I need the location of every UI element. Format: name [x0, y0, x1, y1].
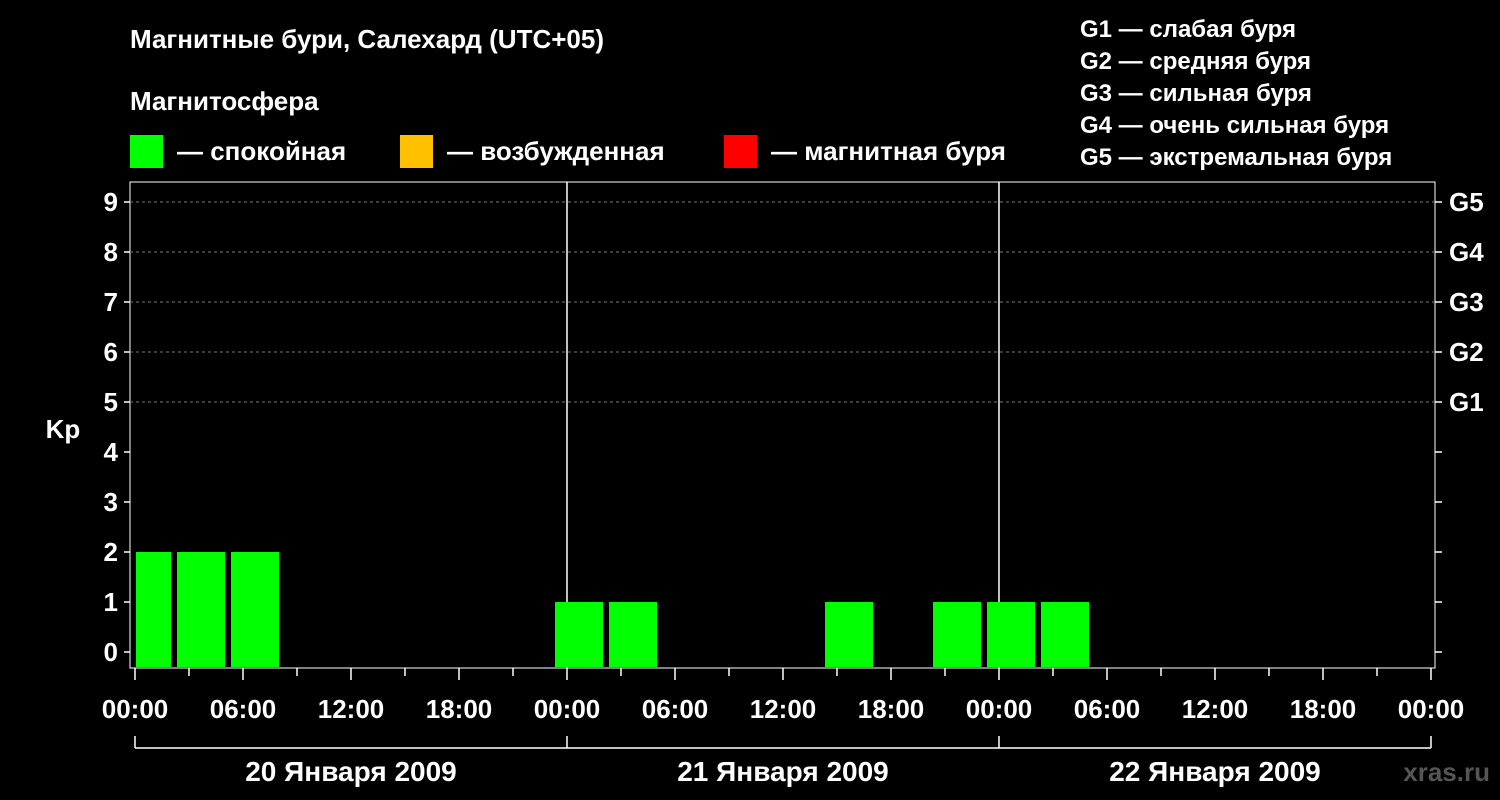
y-tick-label: 7	[104, 287, 118, 317]
x-tick-label: 00:00	[102, 694, 169, 724]
kp-bar	[825, 602, 873, 667]
storm-level-label: G4	[1449, 237, 1484, 267]
y-tick-label: 6	[104, 337, 118, 367]
x-tick-label: 18:00	[858, 694, 925, 724]
y-tick-label: 0	[104, 637, 118, 667]
x-tick-label: 06:00	[642, 694, 709, 724]
storm-level-label: G5	[1449, 187, 1484, 217]
kp-chart: 0 1 2 3 4 5 6 7 8 9 G1 G2 G3 G4 G5 Kp 00:00 06:00 12:00 18:…	[46, 181, 1484, 787]
day-label: 22 Января 2009	[1109, 756, 1321, 787]
storm-level-label: G3	[1449, 287, 1484, 317]
x-tick-label: 12:00	[318, 694, 385, 724]
kp-bar	[1041, 602, 1089, 667]
x-tick-label: 12:00	[750, 694, 817, 724]
day-label: 21 Января 2009	[677, 756, 889, 787]
y-tick-label: 2	[104, 537, 118, 567]
storm-level-label: G1	[1449, 387, 1484, 417]
kp-bar	[609, 602, 657, 667]
x-tick-label: 00:00	[1398, 694, 1465, 724]
y-tick-label: 5	[104, 387, 118, 417]
y-tick-label: 8	[104, 237, 118, 267]
kp-bar	[177, 552, 225, 667]
kp-bar	[231, 552, 279, 667]
x-tick-label: 00:00	[534, 694, 601, 724]
watermark: xras.ru	[1403, 757, 1490, 787]
x-tick-label: 06:00	[210, 694, 277, 724]
plot-frame	[129, 181, 1436, 669]
x-tick-label: 18:00	[1290, 694, 1357, 724]
y-tick-label: 1	[104, 587, 118, 617]
kp-bar	[555, 602, 603, 667]
x-tick-label: 06:00	[1074, 694, 1141, 724]
x-tick-label: 18:00	[426, 694, 493, 724]
y-tick-label: 3	[104, 487, 118, 517]
kp-bar	[136, 552, 171, 667]
x-tick-label: 12:00	[1182, 694, 1249, 724]
y-tick-label: 4	[104, 437, 119, 467]
y-axis-label: Kp	[46, 414, 81, 444]
kp-bar	[987, 602, 1035, 667]
kp-bar	[933, 602, 981, 667]
day-label: 20 Января 2009	[245, 756, 457, 787]
storm-level-label: G2	[1449, 337, 1484, 367]
y-tick-label: 9	[104, 187, 118, 217]
x-tick-label: 00:00	[966, 694, 1033, 724]
